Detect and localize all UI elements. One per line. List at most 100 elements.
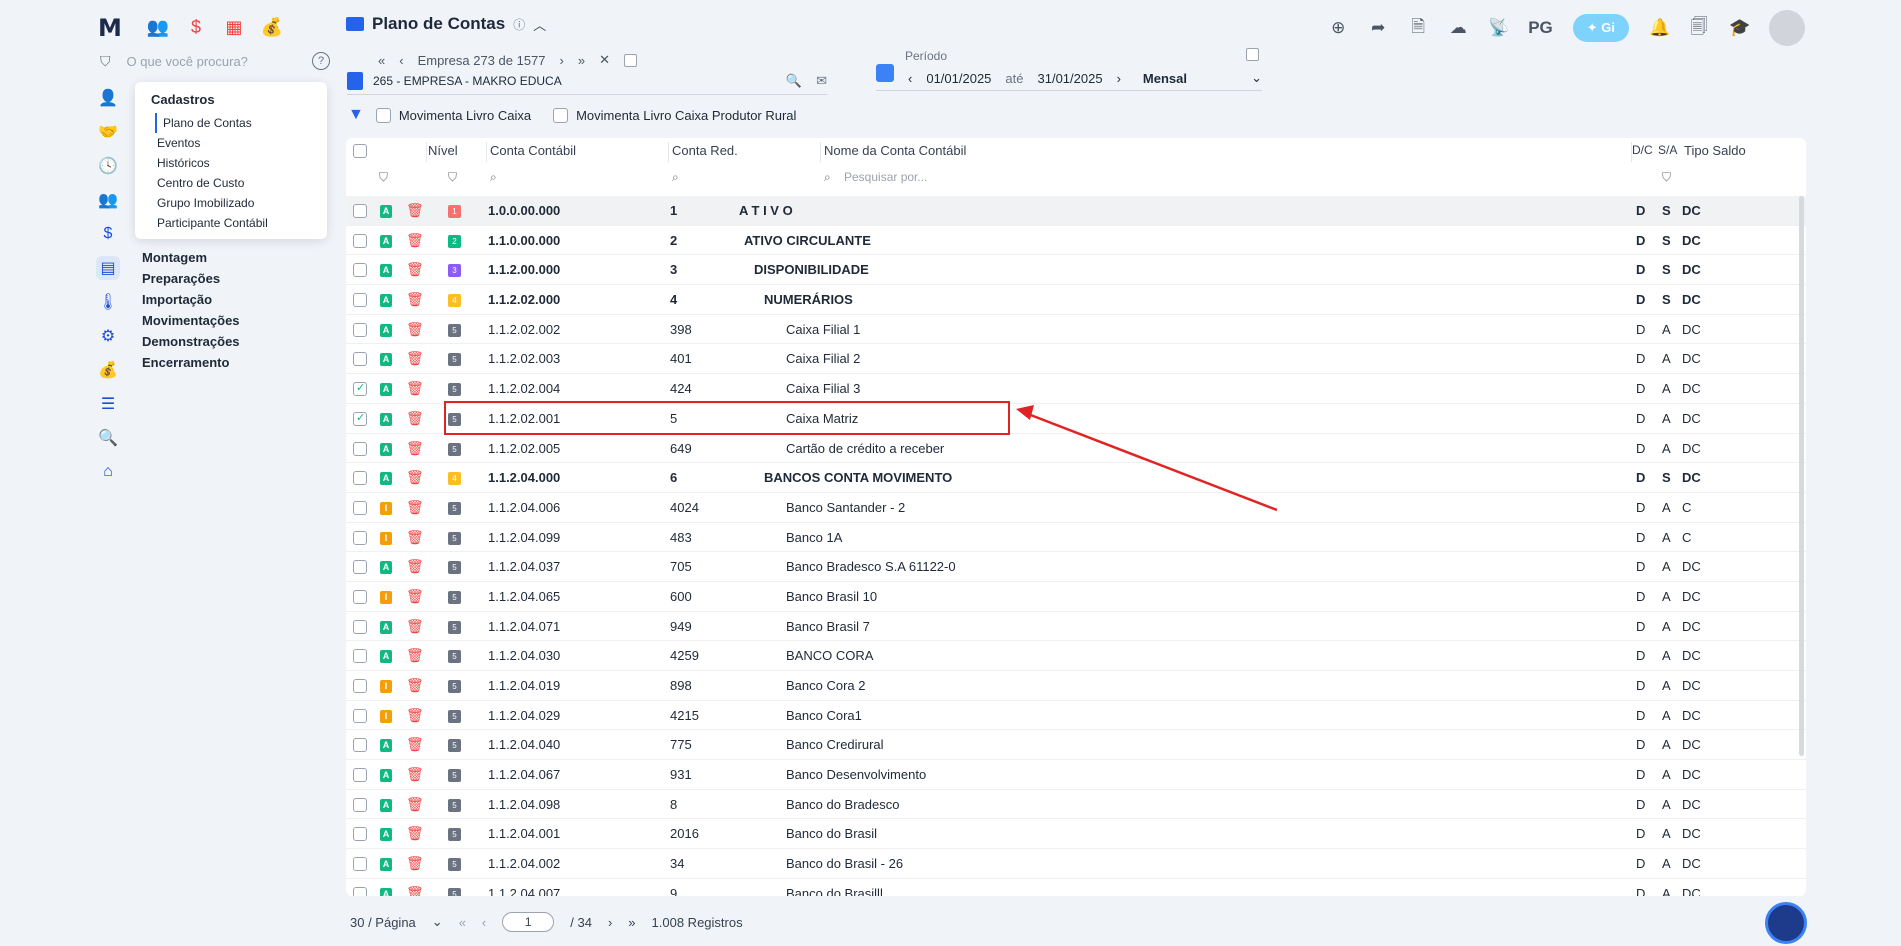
trash-icon[interactable]: 🗑 (406, 499, 424, 516)
select-all-checkbox[interactable] (353, 144, 367, 158)
table-row[interactable]: A 🗑 4 1.1.2.02.000 4 NUMERÁRIOS D S DC (346, 285, 1806, 315)
menu-item-demonstracoes[interactable]: Demonstrações (142, 334, 240, 349)
row-checkbox[interactable] (353, 619, 367, 634)
row-checkbox[interactable] (353, 589, 367, 604)
users-icon[interactable]: 👥 (96, 188, 120, 212)
table-row[interactable]: I 🗑 5 1.1.2.04.006 4024 Banco Santander - 2 DA… (346, 493, 1806, 523)
dollar-icon[interactable]: $ (96, 222, 120, 246)
popup-item-participante-contabil[interactable]: Participante Contábil (143, 213, 327, 233)
table-row[interactable]: I 🗑 5 1.1.2.04.099 483 Banco 1A D A C (346, 523, 1806, 553)
periodo-checkbox[interactable] (1246, 48, 1259, 61)
filter-icon[interactable]: ⛉ (100, 53, 111, 70)
col-conta-contabil[interactable]: Conta Contábil (490, 143, 576, 158)
grid-module-icon[interactable]: ▦ (221, 14, 247, 40)
table-row[interactable]: A 🗑 5 1.1.2.04.040 775 Banco Credirural D A DC (346, 730, 1806, 761)
help-icon[interactable]: ? (312, 52, 330, 70)
table-row[interactable]: A 🗑 5 1.1.2.04.007 9 Banco do Brasilll D A DC (346, 879, 1806, 896)
col-dc[interactable]: D/C (1632, 143, 1653, 157)
next-page-button[interactable]: › (608, 915, 612, 930)
row-checkbox[interactable] (353, 708, 367, 723)
assistant-avatar[interactable] (1765, 902, 1807, 944)
row-checkbox[interactable] (353, 827, 367, 842)
trash-icon[interactable]: 🗑 (406, 202, 424, 219)
mail-icon[interactable]: ✉ (816, 73, 827, 89)
gi-assistant-button[interactable]: ✦ Gi (1572, 14, 1629, 42)
trash-icon[interactable]: 🗑 (406, 261, 424, 278)
trash-icon[interactable]: 🗑 (406, 677, 424, 694)
trash-icon[interactable]: 🗑 (406, 350, 424, 367)
bag-icon[interactable]: 💰 (96, 358, 120, 382)
trash-icon[interactable]: 🗑 (406, 410, 424, 427)
satellite-icon[interactable]: 📡 (1488, 18, 1509, 38)
status-filter-icon[interactable]: ⛉ (379, 170, 388, 185)
sidebar-search-input[interactable]: O que você procura? (127, 54, 297, 69)
row-checkbox[interactable] (353, 679, 367, 693)
chevron-down-icon[interactable]: ⌄ (1251, 70, 1262, 86)
row-checkbox[interactable] (353, 293, 367, 308)
next-period-button[interactable]: › (1117, 71, 1121, 86)
graduation-cap-icon[interactable]: 🎓 (1729, 18, 1750, 38)
filter-livro-caixa-checkbox[interactable] (375, 107, 391, 123)
table-row[interactable]: I 🗑 5 1.1.2.04.065 600 Banco Brasil 10 D A DC (346, 582, 1806, 612)
table-row[interactable]: A 🗑 2 1.1.0.00.000 2 ATIVO CIRCULANTE D S DC (346, 226, 1806, 256)
table-row[interactable]: A 🗑 1 1.0.0.00.000 1 A T I V O D S DC (346, 196, 1806, 226)
trash-icon[interactable]: 🗑 (406, 647, 424, 664)
row-checkbox[interactable] (353, 263, 367, 278)
share-icon[interactable]: ➦ (1368, 18, 1388, 38)
first-page-button[interactable]: « (459, 915, 466, 930)
trash-icon[interactable]: 🗑 (406, 796, 424, 813)
period-end[interactable]: 31/01/2025 (1038, 71, 1103, 86)
prev-period-button[interactable]: ‹ (908, 71, 912, 86)
app-logo[interactable]: M (98, 14, 122, 42)
row-checkbox[interactable] (353, 768, 367, 783)
trash-icon[interactable]: 🗑 (406, 380, 424, 397)
close-icon[interactable]: ✕ (599, 52, 610, 68)
row-checkbox[interactable] (353, 530, 367, 545)
add-icon[interactable]: ⊕ (1328, 18, 1348, 38)
table-row[interactable]: A 🗑 5 1.1.2.04.030 4259 BANCO CORA D A DC (346, 641, 1806, 671)
last-page-button[interactable]: » (628, 915, 635, 930)
table-row[interactable]: I 🗑 5 1.1.2.04.019 898 Banco Cora 2 D A DC (346, 671, 1806, 701)
table-row[interactable]: A 🗑 5 1.1.2.04.071 949 Banco Brasil 7 D A DC (346, 612, 1806, 642)
menu-item-montagem[interactable]: Montagem (142, 250, 240, 265)
thermometer-icon[interactable]: 🌡 (96, 290, 120, 314)
table-row[interactable]: A 🗑 3 1.1.2.00.000 3 DISPONIBILIDADE D S DC (346, 255, 1806, 286)
table-row[interactable]: A 🗑 5 1.1.2.04.001 2016 Banco do Brasil D A DC (346, 819, 1806, 850)
filter-livro-caixa[interactable]: Movimenta Livro Caixa (375, 107, 531, 123)
next-empresa-button[interactable]: › (560, 53, 564, 68)
table-row[interactable]: A 🗑 5 1.1.2.04.037 705 Banco Bradesco S.A 611… (346, 552, 1806, 582)
prev-page-button[interactable]: ‹ (482, 915, 486, 930)
table-row[interactable]: A 🗑 5 1.1.2.04.098 8 Banco do Bradesco D A DC (346, 790, 1806, 820)
trash-icon[interactable]: 🗑 (406, 529, 424, 546)
search-empresa-icon[interactable]: 🔍 (786, 73, 802, 89)
conta-search-icon[interactable]: ⌕ (490, 170, 497, 185)
finance-module-icon[interactable]: $ (183, 14, 209, 40)
popup-item-eventos[interactable]: Eventos (143, 133, 327, 153)
money-bag-module-icon[interactable]: 💰 (259, 14, 285, 40)
table-row[interactable]: A 🗑 5 1.1.2.04.067 931 Banco Desenvolvimento D… (346, 760, 1806, 790)
settings-icon[interactable]: ⚙ (96, 324, 120, 348)
trash-icon[interactable]: 🗑 (406, 855, 424, 872)
row-checkbox[interactable] (353, 441, 367, 456)
first-empresa-button[interactable]: « (378, 53, 385, 68)
user-avatar[interactable] (1769, 10, 1805, 46)
report-icon[interactable]: 🗐 (1689, 14, 1709, 43)
clock-icon[interactable]: 🕓 (96, 154, 120, 178)
period-start[interactable]: 01/01/2025 (926, 71, 991, 86)
document-icon[interactable]: 🗎 (1408, 14, 1428, 43)
trash-icon[interactable]: 🗑 (406, 707, 424, 724)
nome-search-icon[interactable]: ⌕ (824, 170, 831, 185)
nivel-filter-icon[interactable]: ⛉ (448, 170, 457, 185)
trash-icon[interactable]: 🗑 (406, 885, 424, 896)
trash-icon[interactable]: 🗑 (406, 736, 424, 753)
table-row[interactable]: A🗑51.1.2.02.0015Caixa MatrizDADC (346, 404, 1806, 434)
row-checkbox[interactable] (353, 797, 367, 812)
trash-icon[interactable]: 🗑 (406, 558, 424, 575)
home-icon[interactable]: ⌂ (96, 460, 120, 484)
trash-icon[interactable]: 🗑 (406, 440, 424, 457)
col-tipo-saldo[interactable]: Tipo Saldo (1684, 143, 1746, 158)
info-icon[interactable]: ⓘ (513, 16, 525, 33)
trash-icon[interactable]: 🗑 (406, 321, 424, 338)
trash-icon[interactable]: 🗑 (406, 232, 424, 249)
col-nivel[interactable]: Nível (428, 143, 458, 158)
